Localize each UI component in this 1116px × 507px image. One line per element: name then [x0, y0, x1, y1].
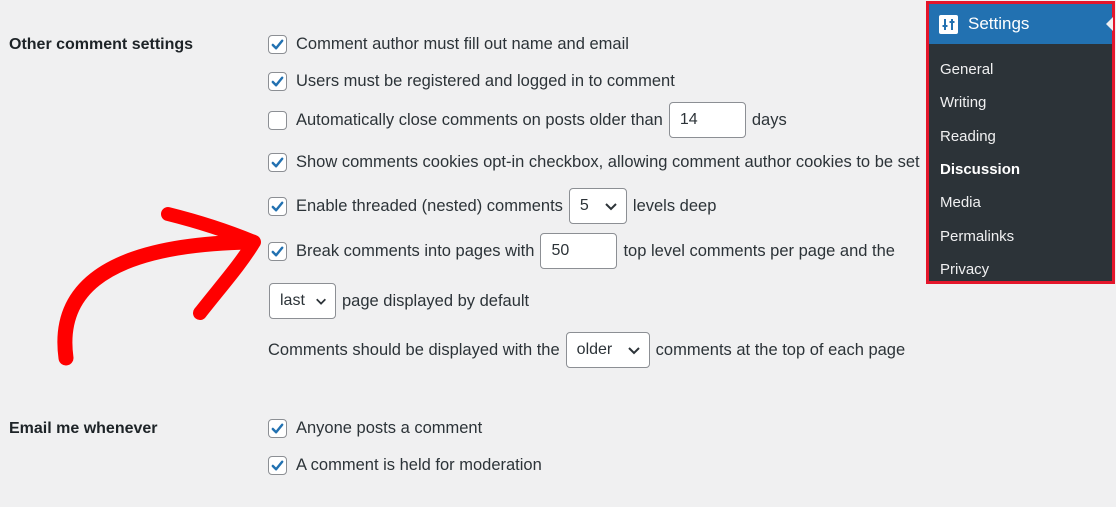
checkmark-icon [271, 76, 284, 87]
thread-depth-value: 5 [579, 197, 589, 214]
checkbox-close-old-comments[interactable] [268, 110, 287, 130]
label-paged-after: top level comments per page and the [623, 241, 895, 260]
option-require-name-email[interactable]: Comment author must fill out name and em… [268, 35, 629, 54]
submenu-item-general[interactable]: General [929, 53, 1112, 86]
option-anyone-posts[interactable]: Anyone posts a comment [268, 419, 482, 438]
submenu-item-permalinks[interactable]: Permalinks [929, 219, 1112, 252]
checkbox-held-moderation[interactable] [268, 456, 287, 475]
checkmark-icon [271, 423, 284, 434]
option-default-page: last page displayed by default [263, 283, 529, 319]
chevron-down-icon [627, 347, 640, 355]
submenu-item-privacy[interactable]: Privacy [929, 253, 1112, 286]
label-default-page-after: page displayed by default [342, 291, 530, 310]
label-comment-registration: Users must be registered and logged in t… [296, 72, 675, 90]
option-cookies-opt-in[interactable]: Show comments cookies opt-in checkbox, a… [268, 153, 920, 172]
default-page-value: last [280, 292, 305, 309]
settings-menu-header[interactable]: Settings [929, 4, 1113, 44]
label-held-moderation: A comment is held for moderation [296, 456, 542, 474]
checkbox-comment-registration[interactable] [268, 72, 287, 91]
settings-submenu-list: General Writing Reading Discussion Media… [929, 44, 1112, 286]
submenu-item-writing[interactable]: Writing [929, 86, 1112, 119]
label-require-name-email: Comment author must fill out name and em… [296, 35, 629, 53]
option-paged-comments[interactable]: Break comments into pages with 50 top le… [268, 233, 895, 269]
section-label-other-comment-settings: Other comment settings [9, 36, 194, 53]
option-close-old-comments[interactable]: Automatically close comments on posts ol… [268, 102, 787, 138]
checkbox-paged-comments[interactable] [268, 241, 287, 261]
chevron-down-icon [605, 203, 617, 211]
checkmark-icon [271, 201, 284, 211]
close-days-input[interactable]: 14 [668, 102, 746, 138]
label-close-old-after: days [751, 110, 787, 129]
settings-menu-title: Settings [968, 14, 1030, 33]
comments-per-page-input[interactable]: 50 [540, 233, 618, 269]
default-page-select[interactable]: last [269, 283, 336, 319]
option-threaded-comments[interactable]: Enable threaded (nested) comments 5 leve… [268, 188, 716, 224]
comment-order-select[interactable]: older [565, 332, 650, 368]
checkbox-anyone-posts[interactable] [268, 419, 287, 438]
settings-submenu: Settings General Writing Reading Discuss… [926, 1, 1115, 284]
label-order-after: comments at the top of each page [655, 340, 906, 359]
settings-sliders-icon [939, 14, 958, 34]
checkbox-threaded-comments[interactable] [268, 196, 287, 216]
option-comment-order: Comments should be displayed with the ol… [268, 332, 905, 368]
submenu-item-discussion[interactable]: Discussion [929, 153, 1112, 186]
checkbox-require-name-email[interactable] [268, 35, 287, 54]
label-order-before: Comments should be displayed with the [268, 340, 560, 359]
checkbox-cookies-opt-in[interactable] [268, 153, 287, 172]
label-threaded-after: levels deep [632, 196, 717, 215]
checkmark-icon [271, 246, 284, 256]
label-close-old-before: Automatically close comments on posts ol… [296, 110, 663, 129]
checkmark-icon [271, 460, 284, 471]
option-held-moderation[interactable]: A comment is held for moderation [268, 456, 542, 475]
submenu-item-reading[interactable]: Reading [929, 120, 1112, 153]
label-anyone-posts: Anyone posts a comment [296, 419, 483, 437]
chevron-down-icon [316, 298, 326, 305]
label-paged-before: Break comments into pages with [296, 241, 535, 260]
section-label-email-me-whenever: Email me whenever [9, 420, 158, 437]
checkmark-icon [271, 39, 284, 50]
submenu-item-media[interactable]: Media [929, 186, 1112, 219]
thread-depth-select[interactable]: 5 [568, 188, 627, 224]
annotation-arrow-icon [57, 207, 261, 366]
comment-order-value: older [576, 341, 613, 358]
checkmark-icon [271, 157, 284, 168]
current-menu-caret-icon [1106, 17, 1113, 31]
option-comment-registration[interactable]: Users must be registered and logged in t… [268, 72, 675, 91]
label-cookies-opt-in: Show comments cookies opt-in checkbox, a… [296, 153, 920, 171]
label-threaded-before: Enable threaded (nested) comments [296, 196, 563, 215]
